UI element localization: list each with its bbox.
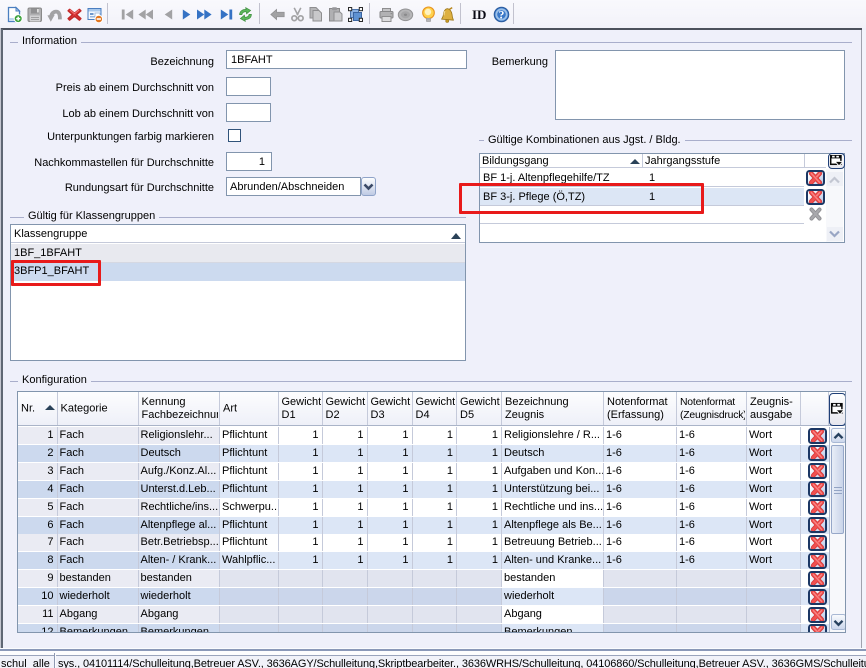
svg-text:?: ? xyxy=(499,10,505,22)
